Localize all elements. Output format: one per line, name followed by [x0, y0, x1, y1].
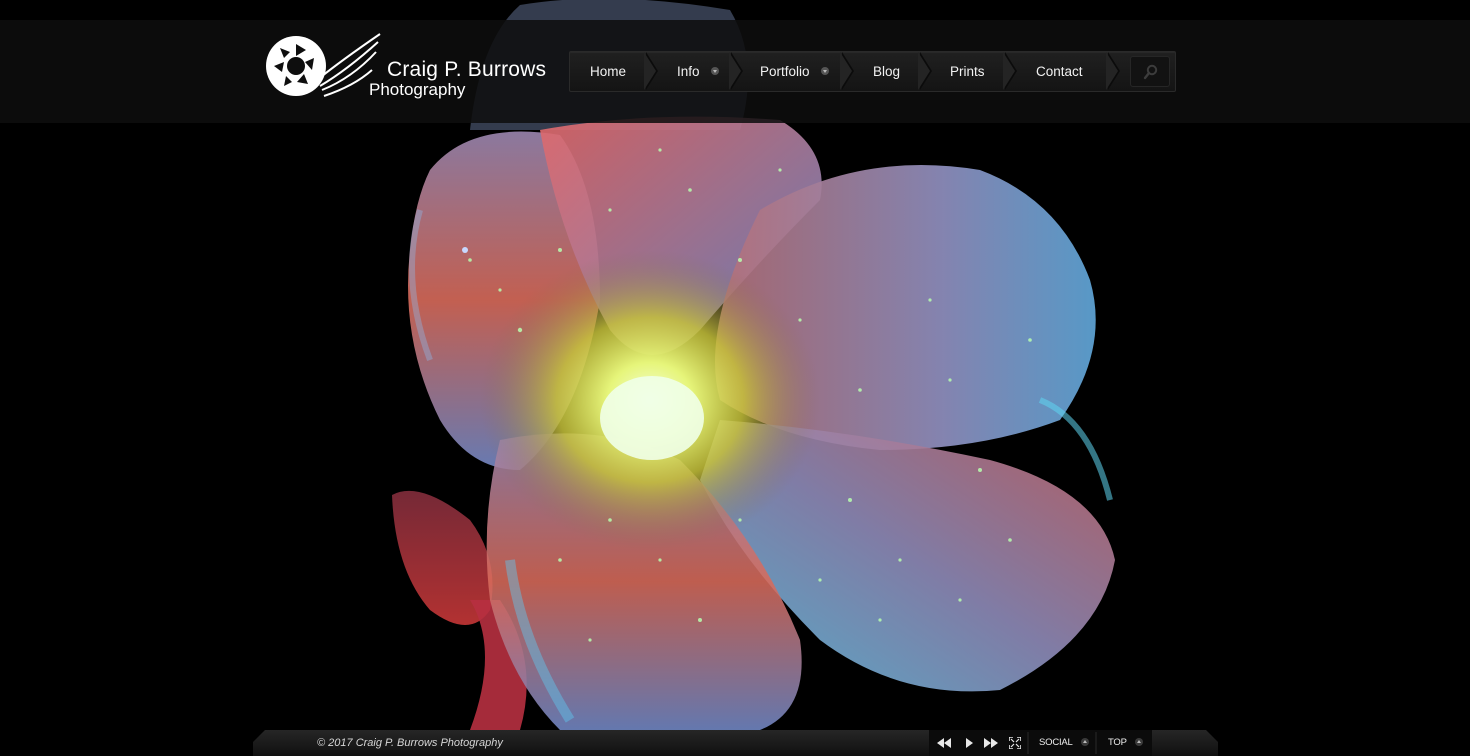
- nav-item-label: Prints: [950, 64, 985, 79]
- nav-item-label: Info: [677, 64, 700, 79]
- main-nav: Home Info Portfolio Blog Prints Contact: [569, 51, 1176, 92]
- nav-item-label: Contact: [1036, 64, 1083, 79]
- fast-forward-icon: [984, 738, 998, 748]
- rewind-icon: [937, 738, 951, 748]
- nav-item-home[interactable]: Home: [590, 52, 626, 91]
- site-logo[interactable]: Craig P. Burrows Photography: [262, 30, 562, 106]
- nav-separator: [1003, 52, 1025, 91]
- nav-item-info[interactable]: Info: [677, 52, 720, 91]
- chevron-up-icon: [1080, 738, 1089, 747]
- nav-item-prints[interactable]: Prints: [950, 52, 985, 91]
- chevron-down-icon: [711, 67, 720, 76]
- nav-item-contact[interactable]: Contact: [1036, 52, 1083, 91]
- fullscreen-icon: [1009, 737, 1021, 749]
- play-icon: [966, 738, 973, 748]
- copyright-text: © 2017 Craig P. Burrows Photography: [317, 737, 503, 749]
- nav-item-blog[interactable]: Blog: [873, 52, 900, 91]
- nav-separator: [729, 52, 751, 91]
- search-button[interactable]: [1130, 56, 1170, 87]
- next-slide-button[interactable]: [982, 730, 1004, 756]
- nav-item-portfolio[interactable]: Portfolio: [760, 52, 830, 91]
- logo-name-text: Craig P. Burrows: [387, 58, 547, 81]
- logo-subtitle-text: Photography: [369, 80, 466, 99]
- nav-item-label: Blog: [873, 64, 901, 79]
- play-slideshow-button[interactable]: [959, 730, 981, 756]
- nav-separator: [918, 52, 940, 91]
- search-icon: [1143, 64, 1158, 80]
- social-toggle[interactable]: SOCIAL: [1039, 730, 1089, 756]
- nav-item-label: Home: [590, 64, 627, 79]
- chevron-down-icon: [821, 67, 830, 76]
- chevron-up-icon: [1134, 738, 1143, 747]
- fullscreen-button[interactable]: [1005, 730, 1027, 756]
- nav-item-label: Portfolio: [760, 64, 810, 79]
- site-footer: © 2017 Craig P. Burrows Photography SOCI…: [253, 730, 1218, 756]
- nav-separator: [840, 52, 862, 91]
- nav-separator: [1106, 52, 1128, 91]
- social-label: SOCIAL: [1039, 737, 1073, 748]
- back-to-top-button[interactable]: TOP: [1108, 730, 1143, 756]
- top-label: TOP: [1108, 737, 1127, 748]
- nav-separator: [644, 52, 666, 91]
- previous-slide-button[interactable]: [935, 730, 957, 756]
- aperture-logo-icon: [266, 33, 381, 97]
